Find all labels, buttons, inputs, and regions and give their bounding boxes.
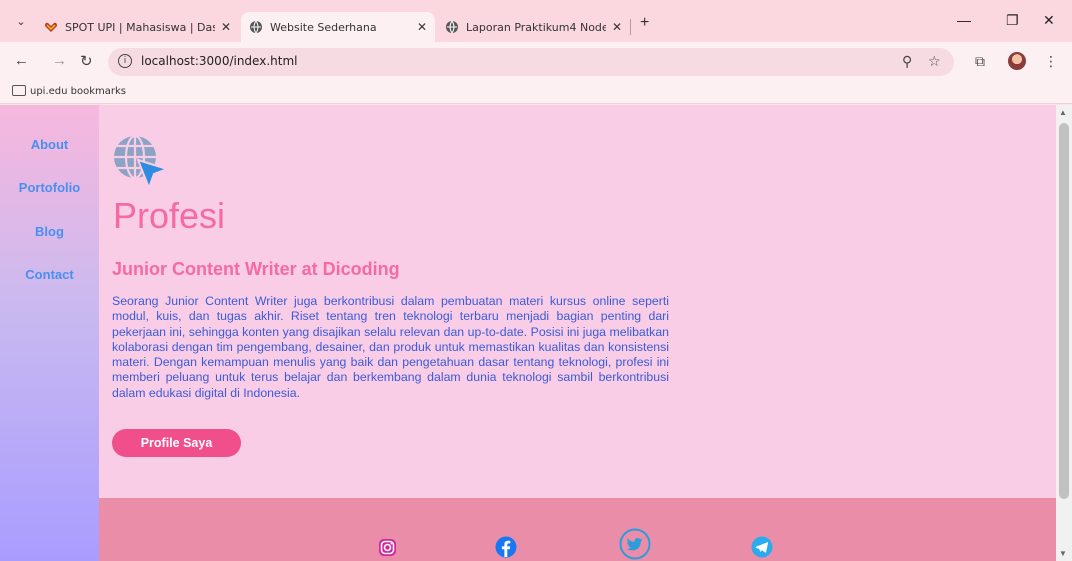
tab-divider <box>630 19 631 35</box>
scroll-down-arrow-icon[interactable]: ▼ <box>1059 549 1067 558</box>
restore-icon[interactable]: ❐ <box>1006 12 1019 29</box>
tab-website-sederhana[interactable]: Website Sederhana ✕ <box>241 12 435 42</box>
sidebar-item-portofolio[interactable]: Portofolio <box>0 180 99 195</box>
twitter-icon[interactable] <box>619 528 651 560</box>
facebook-icon[interactable] <box>495 536 517 558</box>
tab-search-chevron-icon[interactable]: ⌄ <box>12 13 30 31</box>
folder-icon <box>12 85 26 96</box>
scroll-up-arrow-icon[interactable]: ▲ <box>1059 108 1067 117</box>
reload-icon[interactable]: ↻ <box>80 52 93 70</box>
globe-favicon-icon <box>250 20 262 34</box>
url-text[interactable]: localhost:3000/index.html <box>141 54 297 68</box>
tab-title: Website Sederhana <box>270 20 377 34</box>
page-title: Profesi <box>113 195 226 236</box>
close-tab-icon[interactable]: ✕ <box>417 20 427 34</box>
tab-laporan-praktikum[interactable]: Laporan Praktikum4 Node JS_S ✕ <box>445 12 630 42</box>
profile-avatar[interactable] <box>1008 52 1026 70</box>
globe-favicon-icon <box>446 20 458 34</box>
back-icon[interactable]: ← <box>14 52 29 69</box>
close-tab-icon[interactable]: ✕ <box>221 20 231 34</box>
telegram-icon[interactable] <box>751 536 773 558</box>
sidebar-nav: About Portofolio Blog Contact <box>0 105 99 561</box>
main-content: Profesi Junior Content Writer at Dicodin… <box>99 105 1056 498</box>
site-info-icon[interactable]: i <box>118 54 132 68</box>
zoom-icon[interactable]: ⚲ <box>902 53 912 70</box>
bookmark-star-icon[interactable]: ☆ <box>928 53 941 70</box>
minimize-icon[interactable]: — <box>957 12 971 28</box>
bookmark-folder-label[interactable]: upi.edu bookmarks <box>30 86 126 97</box>
instagram-icon[interactable] <box>378 538 397 557</box>
menu-kebab-icon[interactable]: ⋮ <box>1044 53 1058 70</box>
tab-title: Laporan Praktikum4 Node JS_S <box>466 20 606 34</box>
bookmarks-bar: upi.edu bookmarks <box>0 80 1072 104</box>
page-subtitle: Junior Content Writer at Dicoding <box>112 259 400 279</box>
profile-button[interactable]: Profile Saya <box>112 429 241 457</box>
sidebar-item-contact[interactable]: Contact <box>0 267 99 282</box>
tab-spot-upi[interactable]: SPOT UPI | Mahasiswa | Dashbo ✕ <box>44 12 239 42</box>
close-window-icon[interactable]: ✕ <box>1043 12 1055 29</box>
profession-description: Seorang Junior Content Writer juga berko… <box>112 294 669 400</box>
forward-icon[interactable]: → <box>52 52 67 69</box>
extensions-icon[interactable]: ⧉ <box>975 53 985 70</box>
browser-toolbar: ← → ↻ i localhost:3000/index.html ⚲ ☆ ⧉ … <box>0 42 1072 80</box>
scrollbar-thumb[interactable] <box>1059 123 1069 499</box>
new-tab-button[interactable]: + <box>640 14 649 32</box>
page-viewport: About Portofolio Blog Contact Profesi Ju… <box>0 105 1056 561</box>
globe-cursor-icon <box>114 134 171 191</box>
footer <box>99 498 1056 561</box>
close-tab-icon[interactable]: ✕ <box>612 20 622 34</box>
sidebar-item-about[interactable]: About <box>0 137 99 152</box>
page-scrollbar[interactable]: ▲ ▼ <box>1056 105 1072 561</box>
tab-title: SPOT UPI | Mahasiswa | Dashbo <box>65 20 215 34</box>
tab-strip: ⌄ SPOT UPI | Mahasiswa | Dashbo ✕ Websit… <box>0 0 1072 42</box>
spot-upi-favicon-icon <box>45 22 57 32</box>
sidebar-item-blog[interactable]: Blog <box>0 224 99 239</box>
